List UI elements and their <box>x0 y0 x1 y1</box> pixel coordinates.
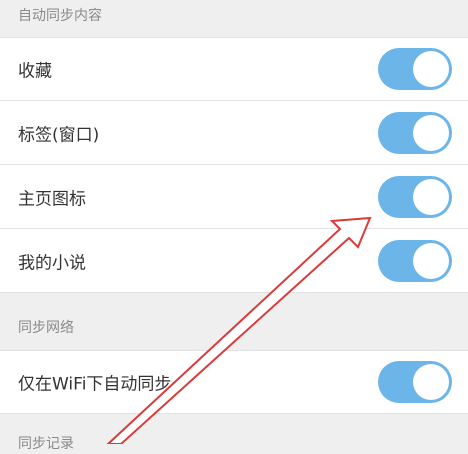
annotation-arrow <box>106 216 372 444</box>
annotation-arrow-shape <box>106 216 372 444</box>
